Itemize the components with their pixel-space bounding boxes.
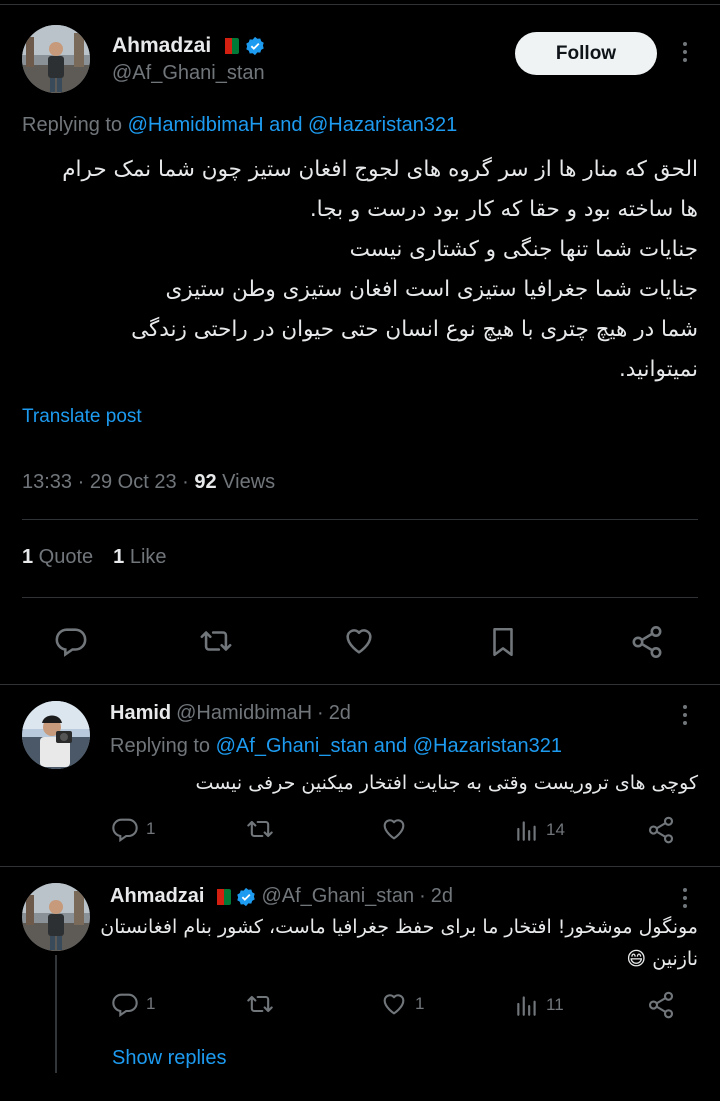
afghan-flag-icon bbox=[217, 38, 240, 54]
quote-count: 1 bbox=[22, 546, 34, 568]
reply-icon bbox=[112, 818, 138, 843]
author-handle[interactable]: @Af_Ghani_stan bbox=[261, 885, 414, 908]
reply-line: مونگول موشخور! افتخار ما برای حفظ جغرافی… bbox=[100, 916, 698, 938]
separator-dot: · bbox=[317, 702, 324, 724]
translate-post-link[interactable]: Translate post bbox=[22, 406, 142, 428]
like-count: 1 bbox=[415, 994, 425, 1013]
author-handle[interactable]: @HamidbimaH bbox=[176, 702, 312, 725]
replying-user-link[interactable]: @HamidbimaH bbox=[128, 114, 264, 136]
bookmark-icon[interactable] bbox=[486, 624, 520, 660]
tweet-meta: 13:33 · 29 Oct 23 · 92 Views bbox=[22, 471, 276, 493]
likes-link[interactable]: 1 Like bbox=[113, 546, 166, 569]
divider bbox=[22, 597, 698, 598]
retweet-icon[interactable] bbox=[244, 990, 276, 1018]
like-button[interactable]: 1 bbox=[379, 990, 424, 1018]
replying-and: and bbox=[368, 735, 413, 757]
more-icon[interactable] bbox=[682, 42, 688, 62]
replying-user-link[interactable]: @Hazaristan321 bbox=[413, 735, 562, 757]
tweet-line: جنایات شما تنها جنگی و کشتاری نیست bbox=[349, 237, 698, 262]
tweet-line: جنایات شما جغرافیا ستیزی است افغان ستیزی… bbox=[165, 277, 698, 302]
share-icon[interactable] bbox=[629, 624, 665, 660]
tweet-text: الحق که منار ها از سر گروه های لجوج افغا… bbox=[22, 150, 698, 390]
reply-count: 1 bbox=[146, 819, 156, 838]
avatar[interactable] bbox=[22, 25, 90, 93]
replying-and: and bbox=[263, 114, 308, 136]
views-button[interactable]: 11 bbox=[514, 992, 564, 1018]
share-icon[interactable] bbox=[646, 815, 676, 845]
reply-time[interactable]: 2d bbox=[329, 702, 351, 725]
reply-line: نازنین 😄 bbox=[626, 948, 698, 970]
more-icon[interactable] bbox=[682, 705, 688, 725]
replying-prefix: Replying to bbox=[22, 114, 128, 136]
reply-header: Ahmadzai @Af_Ghani_stan · 2d bbox=[110, 885, 453, 908]
replying-to: Replying to @HamidbimaH and @Hazaristan3… bbox=[22, 114, 457, 137]
like-icon bbox=[383, 819, 405, 840]
replying-user-link[interactable]: @Hazaristan321 bbox=[308, 114, 457, 136]
views-count: 11 bbox=[546, 995, 564, 1014]
like-label: Like bbox=[124, 546, 167, 568]
author-name[interactable]: Ahmadzai bbox=[112, 34, 211, 58]
reply-text: مونگول موشخور! افتخار ما برای حفظ جغرافی… bbox=[98, 911, 698, 975]
tweet-actions bbox=[0, 620, 720, 660]
avatar[interactable] bbox=[22, 701, 90, 769]
tweet-line: ها ساخته بود و حقا که کار بود درست و بجا… bbox=[309, 197, 698, 222]
like-icon[interactable] bbox=[341, 624, 377, 658]
quotes-link[interactable]: 1 Quote bbox=[22, 546, 93, 569]
replying-user-link[interactable]: @Af_Ghani_stan bbox=[216, 735, 369, 757]
quote-label: Quote bbox=[33, 546, 94, 568]
divider bbox=[22, 519, 698, 520]
reply-button[interactable]: 1 bbox=[110, 990, 155, 1018]
reply-icon[interactable] bbox=[53, 624, 89, 658]
thread-line bbox=[55, 955, 57, 1073]
reply-time[interactable]: 2d bbox=[431, 885, 453, 908]
tweet-line: شما در هیچ چتری با هیچ نوع انسان حتی حیو… bbox=[131, 317, 698, 342]
author-handle[interactable]: @Af_Ghani_stan bbox=[112, 62, 265, 85]
tweet-line: الحق که منار ها از سر گروه های لجوج افغا… bbox=[62, 157, 698, 182]
author-name[interactable]: Hamid bbox=[110, 702, 171, 725]
tweet-date[interactable]: 29 Oct 23 bbox=[90, 471, 177, 493]
views-count: 92 bbox=[194, 471, 217, 493]
verified-icon bbox=[246, 36, 264, 56]
views-icon bbox=[517, 821, 536, 841]
more-icon[interactable] bbox=[682, 888, 688, 908]
views-count: 14 bbox=[546, 820, 565, 839]
show-replies-link[interactable]: Show replies bbox=[112, 1047, 227, 1070]
divider bbox=[0, 684, 720, 685]
like-button[interactable] bbox=[379, 815, 415, 843]
share-icon[interactable] bbox=[646, 990, 676, 1020]
author-row: Ahmadzai bbox=[112, 34, 265, 58]
reply-button[interactable]: 1 bbox=[110, 815, 155, 843]
engagement-stats: 1 Quote 1 Like bbox=[22, 546, 167, 569]
like-count: 1 bbox=[113, 546, 125, 568]
retweet-icon[interactable] bbox=[244, 815, 276, 843]
reply-text: کوچی های تروریست وقتی به جنایت افتخار می… bbox=[195, 772, 698, 794]
views-icon bbox=[517, 996, 536, 1016]
reply-icon bbox=[112, 993, 138, 1018]
like-icon bbox=[383, 994, 405, 1015]
reply-header: Hamid @HamidbimaH · 2d bbox=[110, 702, 351, 725]
replying-to: Replying to @Af_Ghani_stan and @Hazarist… bbox=[110, 735, 562, 758]
verified-icon bbox=[237, 887, 256, 906]
tweet-line: نمیتوانید. bbox=[618, 357, 698, 382]
views-button[interactable]: 14 bbox=[514, 817, 565, 843]
retweet-icon[interactable] bbox=[197, 624, 235, 658]
follow-button[interactable]: Follow bbox=[515, 32, 657, 75]
top-border bbox=[0, 4, 720, 5]
views-label: Views bbox=[216, 471, 276, 493]
author-name[interactable]: Ahmadzai bbox=[110, 885, 204, 908]
divider bbox=[0, 866, 720, 867]
avatar[interactable] bbox=[22, 883, 90, 951]
separator-dot: · bbox=[419, 885, 426, 907]
reply-count: 1 bbox=[146, 994, 156, 1013]
replying-prefix: Replying to bbox=[110, 735, 216, 757]
afghan-flag-icon bbox=[209, 888, 232, 905]
tweet-time[interactable]: 13:33 bbox=[22, 471, 72, 493]
